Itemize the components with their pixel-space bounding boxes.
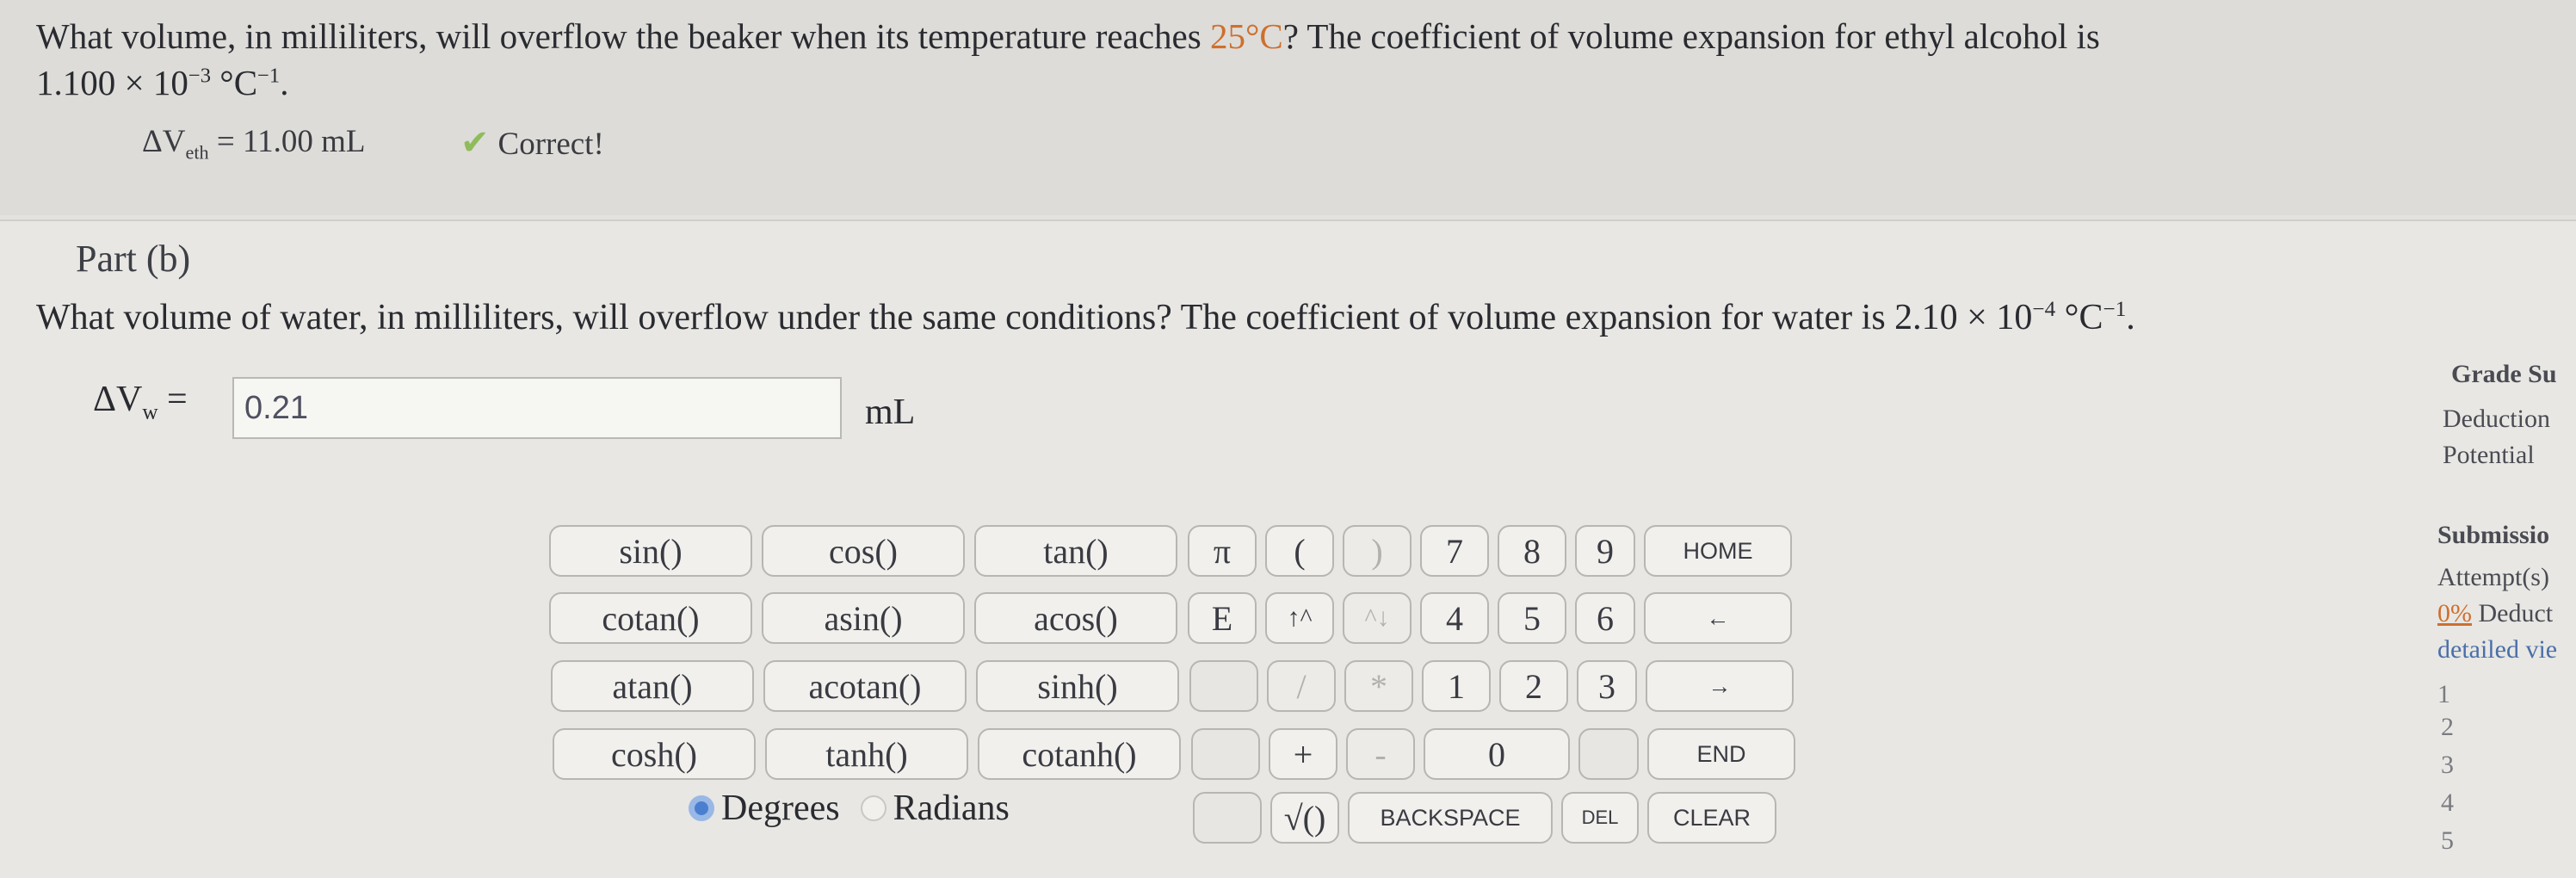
part-b-title: Part (b): [76, 238, 191, 280]
key-left-arrow[interactable]: ←: [1644, 592, 1792, 644]
checkmark-icon: ✔: [460, 123, 490, 163]
key-right-arrow[interactable]: →: [1646, 660, 1794, 712]
angle-mode-selector: Degrees Radians: [689, 788, 1010, 829]
key-end[interactable]: END: [1647, 728, 1795, 780]
attempt-number: 2: [2441, 713, 2454, 741]
question-end: .: [2126, 298, 2135, 337]
deduct-percent: 0%: [2437, 599, 2472, 628]
degrees-radio[interactable]: [689, 795, 714, 821]
question-text-end: ? The coefficient of volume expansion fo…: [1282, 16, 2100, 56]
attempt-number: 1: [2437, 680, 2450, 708]
equals-sign: =: [158, 380, 188, 419]
question-text: What volume, in milliliters, will overfl…: [36, 16, 1210, 56]
deduction-label: Deduction: [2443, 405, 2550, 433]
key-superscript-down[interactable]: ^↓: [1343, 592, 1412, 644]
coef-unit-exponent: −1: [2103, 298, 2127, 321]
radians-label: Radians: [893, 788, 1010, 828]
key-2[interactable]: 2: [1499, 660, 1568, 712]
temperature-value: 25°C: [1209, 16, 1283, 56]
key-tan[interactable]: tan(): [974, 525, 1177, 577]
key-cotan[interactable]: cotan(): [549, 592, 752, 644]
question-text: What volume of water, in milliliters, wi…: [36, 298, 2033, 337]
grade-summary-title: Grade Su: [2451, 360, 2557, 388]
key-4[interactable]: 4: [1420, 592, 1489, 644]
deduct-text: Deduct: [2472, 599, 2554, 628]
key-acotan[interactable]: acotan(): [763, 660, 967, 712]
key-9[interactable]: 9: [1575, 525, 1635, 577]
key-blank-1[interactable]: [1189, 660, 1258, 712]
submissions-title: Submissio: [2437, 521, 2550, 549]
key-superscript-up[interactable]: ↑^: [1265, 592, 1334, 644]
answer-subscript: eth: [185, 141, 209, 164]
coef-unit: °C: [2055, 298, 2103, 337]
coef-exponent: −4: [2032, 298, 2056, 321]
key-decimal[interactable]: [1578, 728, 1639, 780]
key-3[interactable]: 3: [1577, 660, 1637, 712]
status-text: Correct!: [497, 127, 604, 162]
degrees-label: Degrees: [721, 788, 840, 828]
key-sqrt[interactable]: √(): [1270, 792, 1339, 844]
key-divide[interactable]: /: [1267, 660, 1336, 712]
coef-unit-exponent: −1: [257, 64, 281, 88]
key-6[interactable]: 6: [1575, 592, 1635, 644]
key-backspace[interactable]: BACKSPACE: [1348, 792, 1553, 844]
key-open-paren[interactable]: (: [1265, 525, 1334, 577]
key-0[interactable]: 0: [1424, 728, 1570, 780]
part-b-question: What volume of water, in milliliters, wi…: [36, 297, 2135, 338]
key-tanh[interactable]: tanh(): [765, 728, 968, 780]
key-minus[interactable]: -: [1346, 728, 1415, 780]
attempt-number: 5: [2441, 826, 2454, 855]
key-clear[interactable]: CLEAR: [1647, 792, 1776, 844]
key-cos[interactable]: cos(): [762, 525, 965, 577]
attempt-number: 3: [2441, 751, 2454, 779]
deduction-per-attempt: 0% Deduct: [2437, 599, 2553, 628]
coef-exponent: −3: [188, 64, 212, 88]
key-home[interactable]: HOME: [1644, 525, 1792, 577]
coef-unit: °C: [211, 63, 258, 102]
key-blank-3[interactable]: [1193, 792, 1262, 844]
answer-input[interactable]: [232, 377, 842, 439]
key-asin[interactable]: asin(): [762, 592, 965, 644]
radians-radio[interactable]: [860, 795, 886, 821]
part-a-answer: ΔVeth = 11.00 mL: [142, 123, 366, 164]
coef-mantissa: 1.100 × 10: [36, 63, 188, 102]
answer-value: = 11.00 mL: [208, 124, 366, 159]
key-8[interactable]: 8: [1498, 525, 1566, 577]
key-e[interactable]: E: [1188, 592, 1257, 644]
key-cotanh[interactable]: cotanh(): [978, 728, 1181, 780]
correct-status: ✔ Correct!: [460, 123, 604, 163]
key-del[interactable]: DEL: [1561, 792, 1639, 844]
answer-label: ΔVw =: [93, 379, 188, 423]
ethyl-coefficient: 1.100 × 10−3 °C−1.: [36, 62, 288, 103]
key-1[interactable]: 1: [1422, 660, 1491, 712]
key-pi[interactable]: π: [1188, 525, 1257, 577]
key-blank-2[interactable]: [1191, 728, 1260, 780]
key-atan[interactable]: atan(): [551, 660, 754, 712]
key-multiply[interactable]: *: [1344, 660, 1413, 712]
part-a-question: What volume, in milliliters, will overfl…: [36, 15, 2100, 57]
key-cosh[interactable]: cosh(): [553, 728, 756, 780]
unit-label: mL: [865, 393, 916, 432]
key-plus[interactable]: +: [1269, 728, 1337, 780]
coef-end: .: [280, 63, 289, 102]
attempt-number: 4: [2441, 788, 2454, 817]
answer-subscript: w: [142, 400, 158, 424]
attempts-label: Attempt(s): [2437, 563, 2549, 591]
key-sin[interactable]: sin(): [549, 525, 752, 577]
key-acos[interactable]: acos(): [974, 592, 1177, 644]
detailed-view-link[interactable]: detailed vie: [2437, 635, 2557, 665]
answer-symbol: ΔV: [142, 124, 186, 159]
key-sinh[interactable]: sinh(): [976, 660, 1179, 712]
key-5[interactable]: 5: [1498, 592, 1566, 644]
answer-symbol: ΔV: [93, 380, 143, 419]
key-close-paren[interactable]: ): [1343, 525, 1412, 577]
potential-label: Potential: [2443, 441, 2535, 469]
key-7[interactable]: 7: [1420, 525, 1489, 577]
